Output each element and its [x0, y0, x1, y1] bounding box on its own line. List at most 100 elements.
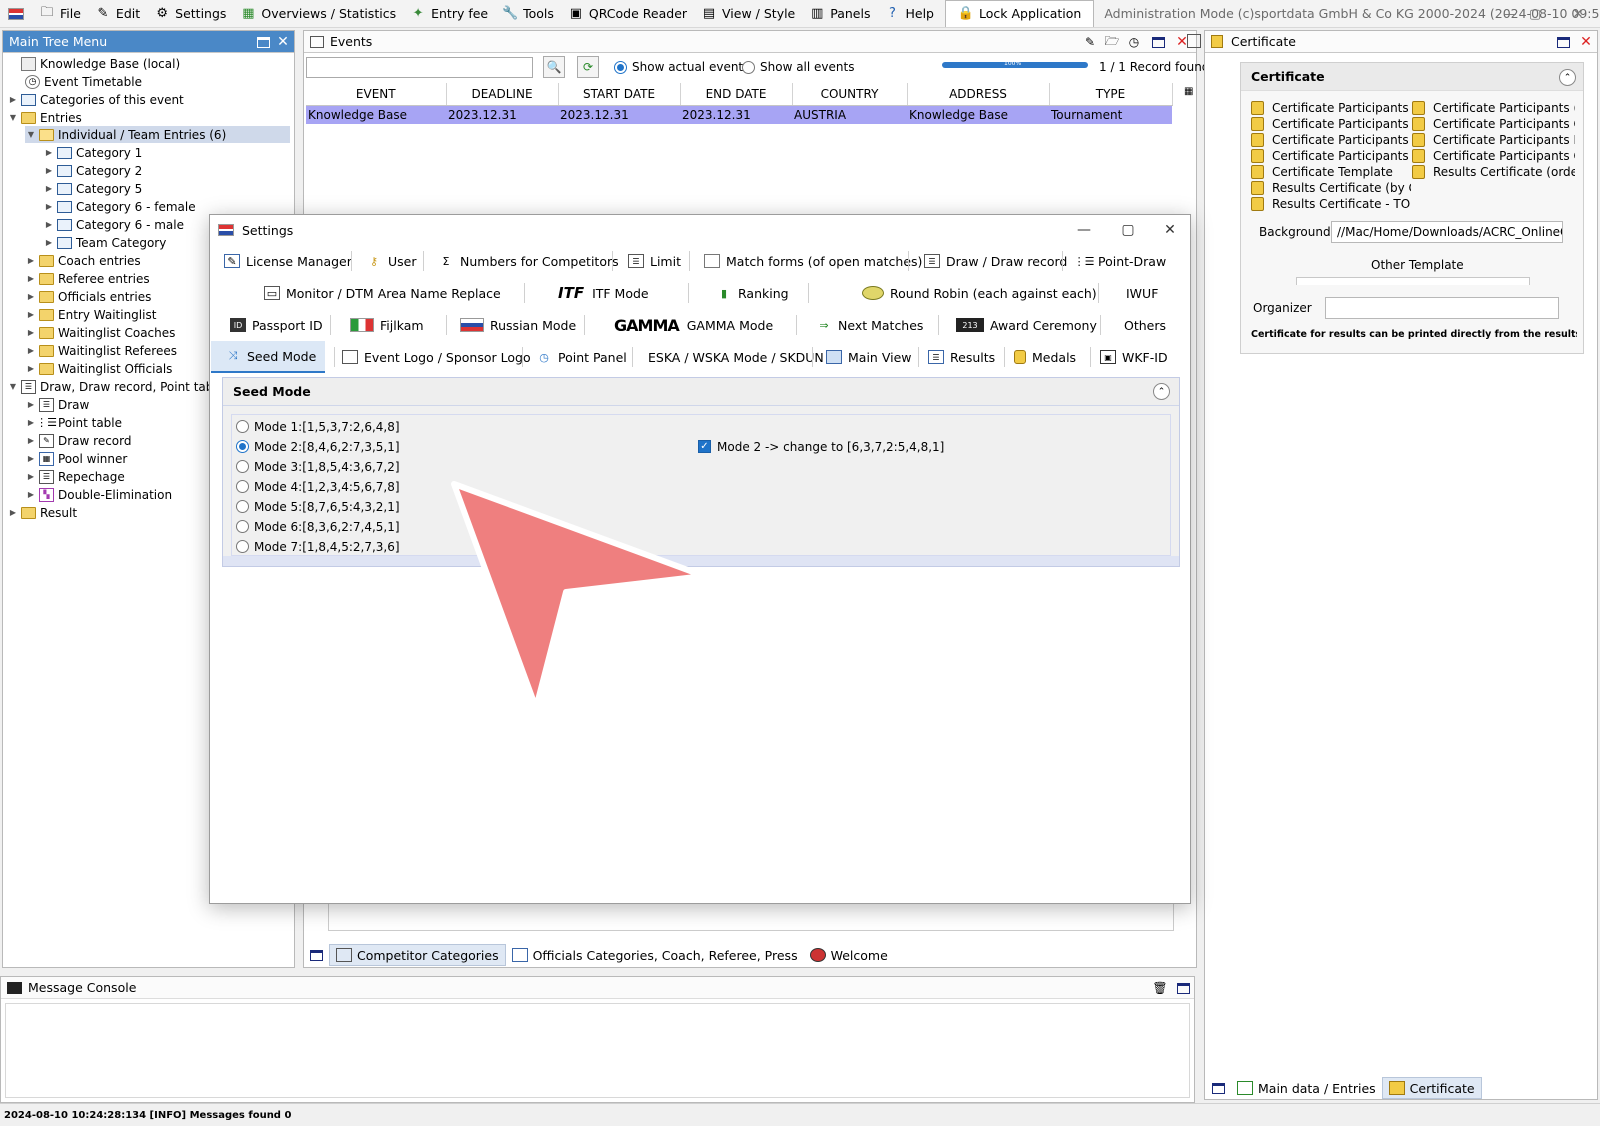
tree-node[interactable]: ▶ Team Category — [43, 234, 166, 251]
close-panel-button[interactable]: ✕ — [275, 34, 291, 50]
seed-mode-option-7[interactable]: Mode 7:[1,8,4,5:2,7,3,6] — [236, 537, 400, 556]
tree-node[interactable]: ▶ Category 6 - male — [43, 216, 184, 233]
expand-icon[interactable]: ▶ — [25, 274, 37, 283]
certificate-item[interactable]: Certificate Participants C... — [1251, 116, 1411, 132]
expand-icon[interactable]: ▶ — [25, 346, 37, 355]
certificate-item[interactable]: Certificate Participants C... — [1412, 116, 1575, 132]
tab-competitor-categories[interactable]: Competitor Categories — [329, 944, 506, 966]
other-template-field[interactable] — [1296, 277, 1530, 285]
tree-node[interactable]: Knowledge Base (local) — [7, 55, 180, 72]
tree-node[interactable]: ▶ Officials entries — [25, 288, 151, 305]
tab-ranking[interactable]: ▮ Ranking — [716, 277, 789, 309]
tree-node[interactable]: ▶ Category 2 — [43, 162, 142, 179]
certificate-item[interactable]: Results Certificate - TOP ... — [1251, 196, 1411, 212]
collapse-icon[interactable]: ▼ — [7, 113, 19, 122]
column-header[interactable]: COUNTRY — [792, 83, 908, 106]
tree-node[interactable]: ▶ Referee entries — [25, 270, 150, 287]
maximize-window-button[interactable]: ▢ — [1515, 0, 1555, 27]
tab-limit[interactable]: ☰ Limit — [628, 245, 681, 277]
tab-round-robin[interactable]: Round Robin (each against each) — [862, 277, 1097, 309]
column-header[interactable]: END DATE — [680, 83, 793, 106]
tab-main-data-entries[interactable]: Main data / Entries — [1231, 1077, 1382, 1099]
expand-icon[interactable]: ▶ — [43, 184, 55, 193]
edit-event-button[interactable]: ✎ — [1082, 34, 1098, 50]
side-tool-icon[interactable] — [1187, 34, 1201, 48]
seed-mode-option-1[interactable]: Mode 1:[1,5,3,7:2,6,4,8] — [236, 417, 400, 436]
expand-icon[interactable]: ▶ — [43, 202, 55, 211]
menu-panels[interactable]: ▥ Panels — [802, 0, 877, 27]
column-header[interactable]: DEADLINE — [446, 83, 559, 106]
organizer-field[interactable] — [1325, 297, 1559, 319]
certificate-item[interactable]: Certificate Participants (... — [1412, 100, 1575, 116]
tree-node[interactable]: ▼ ☰ Draw, Draw record, Point table... — [7, 378, 236, 395]
tree-node[interactable]: ▶ Result — [7, 504, 77, 521]
close-dialog-button[interactable]: ✕ — [1148, 215, 1192, 245]
maximize-panel-button[interactable] — [1555, 34, 1571, 50]
minimize-dialog-button[interactable]: — — [1062, 215, 1106, 245]
tree-node[interactable]: ▶ Categories of this event — [7, 91, 184, 108]
tree-node[interactable]: ▶ ⋮☰ Point table — [25, 414, 122, 431]
certificate-item[interactable]: Certificate Participants R... — [1251, 132, 1411, 148]
tree-node[interactable]: ▼ Entries — [7, 109, 82, 126]
tree-node[interactable]: ▶ Category 5 — [43, 180, 142, 197]
tree-node[interactable]: ▶ ✎ Draw record — [25, 432, 132, 449]
tab-license-manager[interactable]: ✎ License Manager — [224, 245, 352, 277]
seed-mode-option-3[interactable]: Mode 3:[1,8,5,4:3,6,7,2] — [236, 457, 400, 476]
tree-node[interactable]: ▶ Waitinglist Coaches — [25, 324, 175, 341]
expand-icon[interactable]: ▶ — [25, 364, 37, 373]
menu-help[interactable]: ? Help — [877, 0, 941, 27]
search-button[interactable]: 🔍 — [543, 56, 565, 78]
menu-entry-fee[interactable]: ✦ Entry fee — [403, 0, 495, 27]
show-all-events-radio[interactable]: Show all events — [742, 60, 854, 74]
tab-monitor-dtm[interactable]: ▭ Monitor / DTM Area Name Replace — [264, 277, 501, 309]
open-folder-button[interactable]: 🗁 — [1104, 34, 1120, 50]
certificate-item[interactable]: Results Certificate (by Cl... — [1251, 180, 1411, 196]
tab-event-logo[interactable]: Event Logo / Sponsor Logo — [342, 341, 531, 373]
expand-icon[interactable]: ▶ — [43, 148, 55, 157]
tab-passport-id[interactable]: ID Passport ID — [230, 309, 323, 341]
tab-numbers-for-competitors[interactable]: Σ Numbers for Competitors — [438, 245, 619, 277]
menu-tools[interactable]: 🔧 Tools — [495, 0, 561, 27]
tab-itf-mode[interactable]: ITF ITF Mode — [558, 277, 649, 309]
tab-certificate[interactable]: Certificate — [1381, 1077, 1482, 1099]
certificate-item[interactable]: Certificate Participants O... — [1251, 148, 1411, 164]
tab-eska-wska[interactable]: ESKA / WSKA Mode / SKDUN — [648, 341, 824, 373]
collapse-icon[interactable]: ▼ — [7, 382, 19, 391]
tab-user[interactable]: ⚷ User — [366, 245, 417, 277]
tab-draw-record[interactable]: ☰ Draw / Draw record — [924, 245, 1067, 277]
menu-view-style[interactable]: ▤ View / Style — [694, 0, 802, 27]
timer-button[interactable]: ◷ — [1126, 34, 1142, 50]
tree-node[interactable]: ▶ ▚ Double-Elimination — [25, 486, 172, 503]
tree-node[interactable]: ▶ ☰ Draw — [25, 396, 89, 413]
expand-icon[interactable]: ▶ — [25, 490, 37, 499]
tab-award-ceremony[interactable]: 213 Award Ceremony — [956, 309, 1097, 341]
tab-russian-mode[interactable]: Russian Mode — [460, 309, 576, 341]
event-search-input[interactable] — [306, 57, 533, 78]
collapse-icon[interactable]: ▼ — [25, 130, 37, 139]
expand-icon[interactable]: ▶ — [25, 310, 37, 319]
mode2-change-checkbox[interactable]: ✓ Mode 2 -> change to [6,3,7,2:5,4,8,1] — [698, 437, 944, 456]
tab-iwuf[interactable]: IWUF — [1126, 277, 1158, 309]
lock-application-button[interactable]: 🔒 Lock Application — [944, 0, 1095, 27]
maximize-panel-button[interactable] — [1150, 34, 1166, 50]
tree-node[interactable]: ▶ Waitinglist Officials — [25, 360, 172, 377]
certificate-item[interactable]: Certificate Participants (... — [1251, 100, 1411, 116]
tab-medals[interactable]: Medals — [1014, 341, 1076, 373]
tab-match-forms[interactable]: Match forms (of open matches) — [704, 245, 922, 277]
tree-node[interactable]: ◷ Event Timetable — [25, 73, 142, 90]
show-actual-events-radio[interactable]: Show actual events — [614, 60, 749, 74]
tree-node-selected[interactable]: ▼ Individual / Team Entries (6) — [25, 126, 290, 143]
refresh-button[interactable]: ⟳ — [577, 56, 599, 78]
certificate-item[interactable]: Certificate Participants R... — [1412, 132, 1575, 148]
menu-settings[interactable]: ⚙ Settings — [147, 0, 233, 27]
close-window-button[interactable]: ✕ — [1558, 0, 1598, 27]
tree-node[interactable]: ▶ Category 6 - female — [43, 198, 196, 215]
expand-icon[interactable]: ▶ — [25, 292, 37, 301]
tree-node[interactable]: ▶ ☰ Repechage — [25, 468, 125, 485]
expand-icon[interactable]: ▶ — [25, 400, 37, 409]
maximize-dialog-button[interactable]: ▢ — [1106, 215, 1150, 245]
expand-icon[interactable]: ▶ — [43, 238, 55, 247]
clear-console-button[interactable]: 🗑 — [1152, 980, 1168, 996]
expand-icon[interactable]: ▶ — [43, 220, 55, 229]
expand-icon[interactable]: ▶ — [7, 95, 19, 104]
